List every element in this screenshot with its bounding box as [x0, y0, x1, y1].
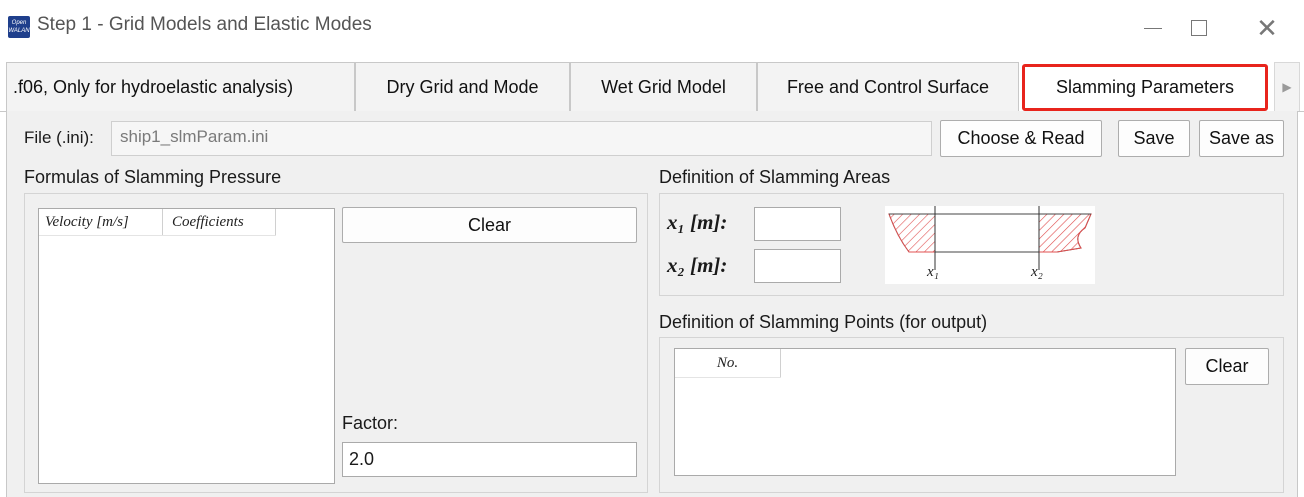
tab-label: Free and Control Surface [786, 77, 990, 97]
app-icon-text-top: Open [11, 20, 27, 26]
tab-scroll-right-button[interactable]: ▶ [1274, 62, 1300, 112]
close-icon: ✕ [1256, 12, 1278, 43]
tab-label: Slamming Parameters [1055, 77, 1235, 97]
window-title: Step 1 - Grid Models and Elastic Modes [37, 14, 372, 35]
column-header-velocity[interactable]: Velocity [m/s] [39, 209, 163, 235]
tab-nastran-f06[interactable]: .f06, Only for hydroelastic analysis) [6, 62, 355, 112]
points-section-title: Definition of Slamming Points (for outpu… [659, 312, 988, 332]
diagram-x2-label: x₂ [1030, 264, 1043, 280]
x2-label: x₂ [m]: [667, 253, 728, 277]
tab-free-and-control-surface[interactable]: Free and Control Surface [757, 62, 1019, 112]
save-as-button[interactable]: Save as [1199, 120, 1284, 157]
x1-label: x₁ [m]: [667, 210, 728, 234]
column-header-coefficients[interactable]: Coefficients [163, 209, 276, 235]
ship-hull-diagram-icon: x₁ x₂ [888, 206, 1092, 280]
tab-label: Dry Grid and Mode [386, 77, 539, 97]
clear-formulas-button[interactable]: Clear [342, 207, 637, 243]
choose-and-read-button[interactable]: Choose & Read [940, 120, 1102, 157]
arrow-right-icon: ▶ [1282, 80, 1292, 94]
tab-strip: .f06, Only for hydroelastic analysis) Dr… [0, 62, 1304, 112]
tab-label: Wet Grid Model [601, 77, 726, 97]
minimize-button[interactable] [1130, 10, 1176, 46]
header-separator [39, 235, 276, 236]
app-icon-text-bottom: WALAN [8, 28, 30, 34]
diagram-x1-label: x₁ [926, 264, 939, 280]
minimize-icon [1144, 27, 1162, 29]
column-header-no[interactable]: No. [675, 349, 781, 377]
tab-wet-grid-model[interactable]: Wet Grid Model [570, 62, 757, 112]
file-label: File (.ini): [24, 128, 94, 147]
header-separator [675, 377, 781, 378]
save-button[interactable]: Save [1118, 120, 1190, 157]
file-path-field[interactable]: ship1_slmParam.ini [111, 121, 932, 156]
tab-dry-grid-and-mode[interactable]: Dry Grid and Mode [355, 62, 570, 112]
slamming-area-diagram: x₁ x₂ [885, 206, 1095, 284]
areas-section-title: Definition of Slamming Areas [659, 167, 891, 187]
tab-label: .f06, Only for hydroelastic analysis) [13, 77, 294, 97]
app-icon: Open WALAN [8, 16, 30, 38]
x2-field[interactable] [754, 249, 841, 283]
formulas-table[interactable] [38, 208, 335, 484]
factor-field[interactable]: 2.0 [342, 442, 637, 477]
factor-label: Factor: [342, 413, 399, 433]
maximize-icon [1191, 20, 1207, 36]
close-button[interactable]: ✕ [1244, 10, 1290, 46]
formulas-section-title: Formulas of Slamming Pressure [24, 167, 282, 187]
clear-points-button[interactable]: Clear [1185, 348, 1269, 385]
maximize-button[interactable] [1176, 10, 1222, 46]
x1-field[interactable] [754, 207, 841, 241]
tab-slamming-parameters[interactable]: Slamming Parameters [1022, 64, 1268, 111]
